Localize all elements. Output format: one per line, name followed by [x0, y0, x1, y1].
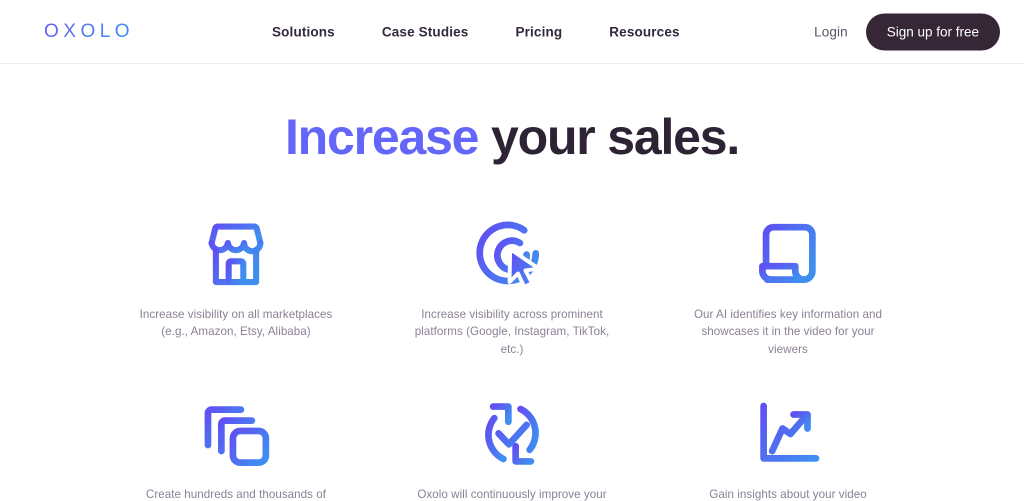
feature-item-ai-information: Our AI identifies key information and sh… — [650, 210, 926, 359]
stacked-layers-icon — [192, 390, 280, 478]
brand-logo[interactable]: OXOLO — [44, 21, 134, 43]
document-receipt-icon — [744, 210, 832, 298]
hero-section: Increase your sales. — [0, 64, 1024, 164]
headline-accent-text: Increase — [284, 109, 480, 165]
page-title: Increase your sales. — [0, 111, 1024, 164]
feature-caption: Oxolo will continuously improve your vid… — [417, 488, 607, 501]
refresh-check-icon — [468, 390, 556, 478]
feature-caption: Our AI identifies key information and sh… — [693, 307, 883, 356]
feature-caption: Gain insights about your video performan… — [709, 488, 867, 501]
feature-item-continuous-improvement: Oxolo will continuously improve your vid… — [374, 390, 650, 501]
growth-chart-icon — [744, 390, 832, 478]
feature-item-statistics: Gain insights about your video performan… — [650, 390, 926, 501]
feature-caption: Increase visibility on all marketplaces … — [139, 307, 333, 339]
storefront-icon — [192, 210, 280, 298]
nav-item-solutions[interactable]: Solutions — [272, 24, 335, 39]
feature-caption: Create hundreds and thousands of videos … — [145, 488, 327, 501]
nav-item-resources[interactable]: Resources — [609, 24, 679, 39]
feature-caption: Increase visibility across prominent pla… — [414, 307, 610, 356]
site-header: OXOLO Solutions Case Studies Pricing Res… — [0, 0, 1024, 64]
nav-item-pricing[interactable]: Pricing — [515, 24, 562, 39]
feature-item-platforms: Increase visibility across prominent pla… — [374, 210, 650, 359]
feature-item-marketplaces: Increase visibility on all marketplaces … — [98, 210, 374, 359]
feature-grid: Increase visibility on all marketplaces … — [0, 210, 1024, 501]
login-link[interactable]: Login — [814, 24, 848, 39]
headline-rest-text: your sales. — [478, 109, 740, 165]
nav-item-case-studies[interactable]: Case Studies — [382, 24, 469, 39]
header-actions: Login Sign up for free — [814, 13, 1000, 50]
primary-nav: Solutions Case Studies Pricing Resources — [272, 24, 680, 39]
signup-button[interactable]: Sign up for free — [865, 13, 1000, 50]
feature-item-bulk-videos: Create hundreds and thousands of videos … — [98, 390, 374, 501]
target-cursor-icon — [468, 210, 556, 298]
